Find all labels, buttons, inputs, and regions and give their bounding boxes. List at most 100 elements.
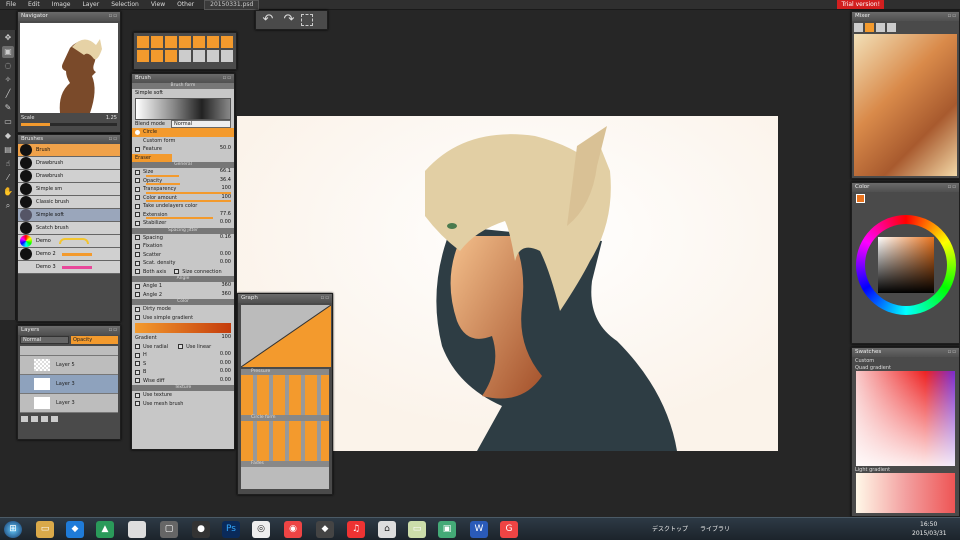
hsb-slider-3[interactable]: Wise diff 0.00 bbox=[132, 377, 234, 386]
circle-form-presets[interactable] bbox=[241, 421, 329, 461]
hsb-slider-2[interactable]: B 0.00 bbox=[132, 368, 234, 377]
trash-icon[interactable] bbox=[51, 416, 58, 422]
feature-slider[interactable]: Feature 50.0 bbox=[132, 145, 234, 154]
tool-button-icon[interactable] bbox=[207, 36, 219, 48]
mask-icon[interactable] bbox=[41, 416, 48, 422]
shape-circle-option[interactable]: Circle bbox=[132, 128, 234, 137]
panel-buttons-icon[interactable]: ▫▫ bbox=[948, 12, 959, 21]
panel-buttons-icon[interactable]: ▫▫ bbox=[948, 348, 959, 357]
pressure-curve[interactable] bbox=[241, 305, 331, 367]
menu-selection[interactable]: Selection bbox=[105, 0, 145, 10]
tool-button-icon[interactable] bbox=[151, 36, 163, 48]
navigator-zoom-slider[interactable] bbox=[21, 123, 117, 126]
home-icon[interactable]: ⌂ bbox=[378, 521, 396, 538]
new-layer-icon[interactable] bbox=[21, 416, 28, 422]
custom-form-option[interactable]: Custom form bbox=[132, 137, 234, 146]
pen-tool-icon[interactable]: ✎ bbox=[2, 102, 14, 114]
size-connection-checkbox[interactable] bbox=[174, 269, 180, 275]
general-slider-0[interactable]: Size 66.1 bbox=[132, 168, 234, 177]
panel-buttons-icon[interactable]: ▫▫ bbox=[321, 294, 332, 303]
brush-item[interactable]: Demo 2 bbox=[18, 248, 120, 261]
use-texture-checkbox[interactable]: Use texture bbox=[132, 391, 234, 400]
layer-blend-mode-select[interactable]: Normal bbox=[20, 336, 69, 344]
music-icon[interactable]: ♫ bbox=[347, 521, 365, 538]
current-color-swatch[interactable] bbox=[856, 194, 865, 203]
brush-item[interactable]: Scatch brush bbox=[18, 222, 120, 235]
fades-header[interactable]: Fades bbox=[241, 461, 329, 467]
general-slider-3[interactable]: Color amount 100 bbox=[132, 194, 234, 202]
selection-icon[interactable] bbox=[301, 14, 313, 26]
document-tab[interactable]: 20150331.psd bbox=[204, 0, 260, 10]
mixer-brush-icon[interactable] bbox=[854, 23, 863, 32]
panel-buttons-icon[interactable]: ▫▫ bbox=[109, 12, 120, 21]
drive-icon[interactable]: ▲ bbox=[96, 521, 114, 538]
layer-row[interactable]: Layer 3 bbox=[20, 394, 118, 413]
window-icon[interactable]: ▢ bbox=[160, 521, 178, 538]
library-toolbar-label[interactable]: ライブラリ bbox=[700, 524, 730, 533]
brush-item[interactable]: Drawbrush bbox=[18, 157, 120, 170]
brush-tool-icon[interactable]: ╱ bbox=[2, 88, 14, 100]
app-g-icon[interactable]: G bbox=[500, 521, 518, 538]
chrome-icon[interactable]: ◉ bbox=[284, 521, 302, 538]
eraser-toggle[interactable]: Eraser bbox=[132, 153, 172, 162]
move-tool-icon[interactable]: ✥ bbox=[2, 32, 14, 44]
desktop-toolbar-label[interactable]: デスクトップ bbox=[652, 524, 688, 533]
game-icon[interactable]: ◆ bbox=[316, 521, 334, 538]
angle-slider-0[interactable]: Angle 1 360 bbox=[132, 282, 234, 291]
simple-gradient-checkbox[interactable]: Use simple gradient bbox=[132, 314, 234, 323]
mixer-canvas[interactable] bbox=[854, 34, 957, 176]
hue-ring[interactable] bbox=[856, 215, 956, 315]
layer-row[interactable] bbox=[20, 346, 118, 356]
saturation-square[interactable] bbox=[878, 237, 934, 293]
menu-image[interactable]: Image bbox=[46, 0, 77, 10]
photoshop-icon[interactable]: Ps bbox=[222, 521, 240, 538]
hsb-slider-1[interactable]: S 0.00 bbox=[132, 360, 234, 369]
star-icon[interactable] bbox=[207, 50, 219, 62]
tool-button-icon[interactable] bbox=[137, 36, 149, 48]
menu-file[interactable]: File bbox=[0, 0, 22, 10]
word-icon[interactable]: W bbox=[470, 521, 488, 538]
tool-button-icon[interactable] bbox=[193, 36, 205, 48]
menu-view[interactable]: View bbox=[145, 0, 171, 10]
brush-item[interactable]: Demo 3 bbox=[18, 261, 120, 274]
brush-item-selected[interactable]: Simple soft bbox=[18, 209, 120, 222]
magic-wand-icon[interactable]: ✧ bbox=[2, 74, 14, 86]
brush-item[interactable]: Demo bbox=[18, 235, 120, 248]
blend-mode-select[interactable]: Normal bbox=[171, 119, 231, 128]
zoom-tool-icon[interactable]: ⌕ bbox=[2, 200, 14, 212]
navigator-preview[interactable] bbox=[20, 23, 118, 113]
panel-buttons-icon[interactable]: ▫▫ bbox=[948, 183, 959, 192]
use-radial-checkbox[interactable] bbox=[135, 344, 140, 350]
gradient-preview[interactable] bbox=[135, 323, 231, 333]
mixer-clear-icon[interactable] bbox=[887, 23, 896, 32]
layer-row-selected[interactable]: Layer 3 bbox=[20, 375, 118, 394]
brush-item[interactable]: Simple sm bbox=[18, 183, 120, 196]
general-slider-4[interactable]: Take undelayers color bbox=[132, 202, 234, 211]
tool-button-icon[interactable] bbox=[179, 50, 191, 62]
spacing-slider-1[interactable]: Fixation bbox=[132, 242, 234, 251]
lasso-tool-icon[interactable]: ◌ bbox=[2, 60, 14, 72]
general-slider-2[interactable]: Transparency 100 bbox=[132, 185, 234, 194]
mixer-smudge-icon[interactable] bbox=[865, 23, 874, 32]
eraser-tool-icon[interactable]: ▭ bbox=[2, 116, 14, 128]
dropbox-icon[interactable]: ◆ bbox=[66, 521, 84, 538]
angle-slider-1[interactable]: Angle 2 360 bbox=[132, 291, 234, 300]
panel-buttons-icon[interactable]: ▫▫ bbox=[223, 74, 234, 83]
tool-button-icon[interactable] bbox=[165, 36, 177, 48]
hand-tool-icon[interactable]: ✋ bbox=[2, 186, 14, 198]
clock-time[interactable]: 16:50 bbox=[920, 521, 937, 528]
general-slider-6[interactable]: Stabilizer 0.00 bbox=[132, 219, 234, 228]
brush-item[interactable]: Brush bbox=[18, 144, 120, 157]
brush-item[interactable]: Drawbrush bbox=[18, 170, 120, 183]
folder-icon[interactable]: ▭ bbox=[408, 521, 426, 538]
brush-item[interactable]: Classic brush bbox=[18, 196, 120, 209]
start-button-icon[interactable]: ⊞ bbox=[4, 521, 22, 538]
gradient-tool-icon[interactable]: ▤ bbox=[2, 144, 14, 156]
tool-button-icon[interactable] bbox=[221, 36, 233, 48]
picture-icon[interactable]: ▣ bbox=[438, 521, 456, 538]
menu-other[interactable]: Other bbox=[171, 0, 200, 10]
clock-date[interactable]: 2015/03/31 bbox=[912, 530, 947, 537]
tool-button-icon[interactable] bbox=[179, 36, 191, 48]
tool-button-icon[interactable] bbox=[165, 50, 177, 62]
spacing-slider-3[interactable]: Scat. density 0.00 bbox=[132, 259, 234, 268]
